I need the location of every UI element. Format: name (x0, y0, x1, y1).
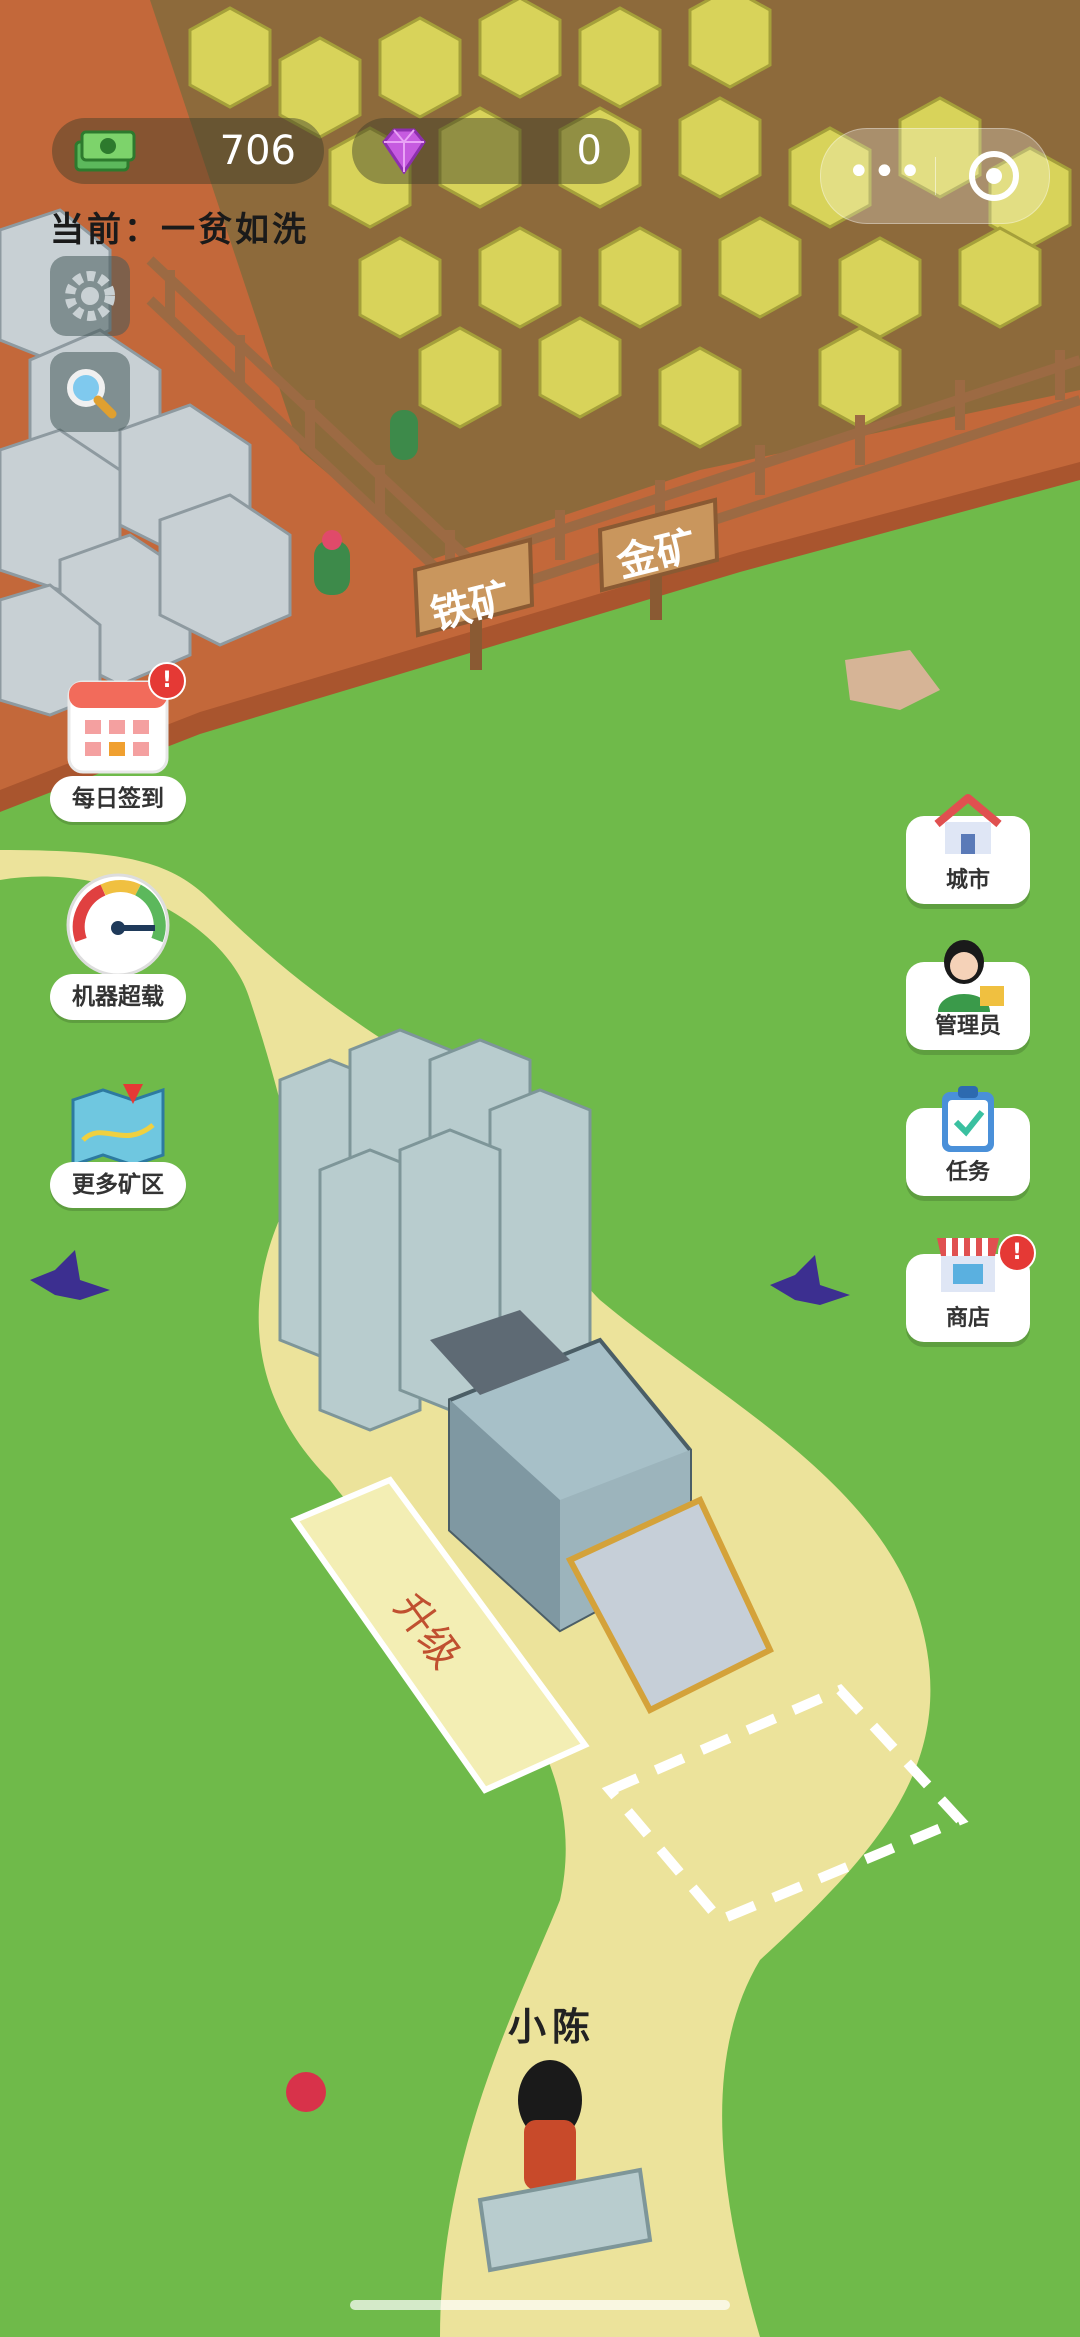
wealth-status: 当前：一贫如洗 (50, 210, 309, 250)
gem-counter: 0 (352, 118, 630, 184)
storefront-icon (937, 1238, 999, 1292)
shop-button[interactable]: ! 商店 (906, 1234, 1036, 1342)
house-icon (934, 794, 1002, 854)
city-label: 城市 (945, 868, 990, 893)
shop-alert-badge: ! (998, 1234, 1036, 1272)
search-button[interactable] (50, 352, 130, 432)
daily-checkin-label: 每日签到 (50, 776, 186, 822)
clipboard-icon (942, 1086, 994, 1152)
close-target-button[interactable] (969, 151, 1019, 201)
daily-checkin-button[interactable]: ! 每日签到 (50, 662, 186, 822)
home-indicator[interactable] (350, 2300, 730, 2310)
more-menu-button[interactable]: ••• (847, 149, 924, 195)
mini-program-capsule: ••• (820, 128, 1050, 224)
settings-button[interactable] (50, 256, 130, 336)
cash-icon (74, 130, 136, 172)
red-flower (286, 2072, 326, 2112)
checkin-alert-badge: ! (148, 662, 186, 700)
money-counter: 706 (52, 118, 324, 184)
speedometer-icon (66, 873, 170, 977)
money-value: 706 (219, 128, 296, 174)
gem-value: 0 (576, 128, 602, 174)
player-name: 小陈 (508, 2005, 597, 2049)
machine-overload-label: 机器超载 (50, 974, 186, 1020)
more-mines-button[interactable]: 更多矿区 (50, 1080, 186, 1210)
manager-label: 管理员 (934, 1014, 1001, 1039)
city-button[interactable]: 城市 (906, 794, 1030, 904)
machine-overload-button[interactable]: 机器超载 (50, 870, 186, 1020)
capsule-divider (935, 157, 936, 195)
manager-avatar-icon (938, 940, 1004, 1012)
more-mines-label: 更多矿区 (50, 1162, 186, 1208)
map-icon (71, 1084, 165, 1168)
magnifier-icon (67, 369, 117, 419)
shop-label: 商店 (945, 1306, 990, 1331)
gem-icon (382, 128, 426, 174)
tasks-button[interactable]: 任务 (906, 1086, 1030, 1196)
tasks-label: 任务 (945, 1160, 990, 1185)
gear-icon (65, 271, 115, 321)
manager-button[interactable]: 管理员 (906, 940, 1030, 1050)
